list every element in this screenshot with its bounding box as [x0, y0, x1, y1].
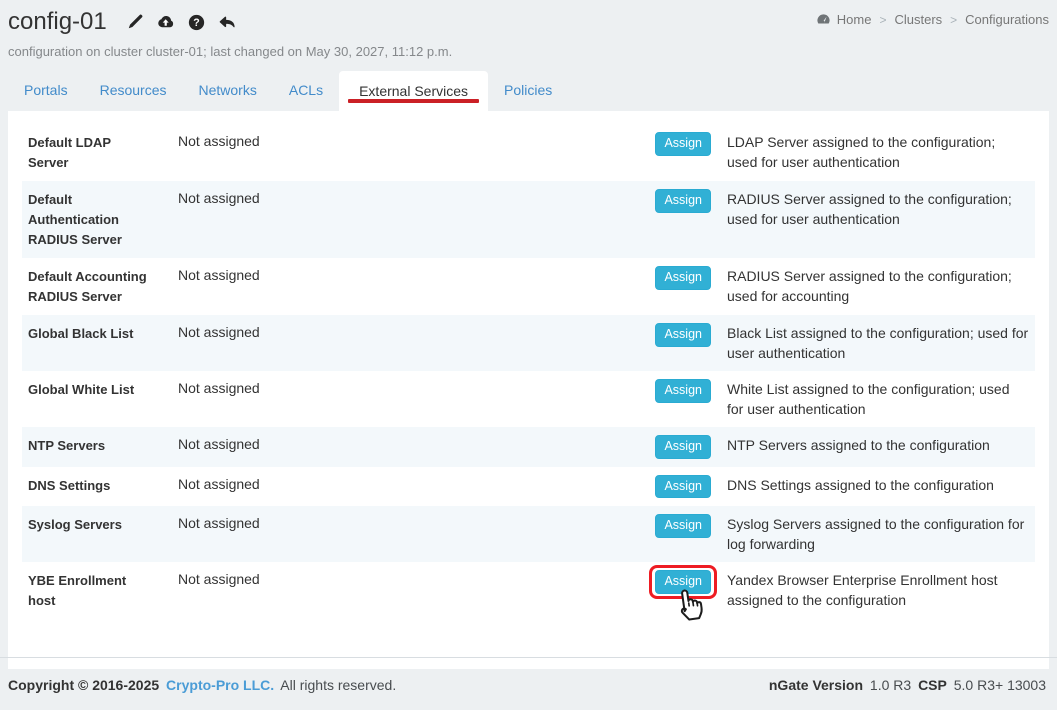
service-status: Not assigned: [178, 514, 664, 533]
copyright-text: Copyright © 2016-2025 Crypto-Pro LLC. Al…: [8, 677, 399, 710]
service-status: Not assigned: [178, 379, 664, 398]
service-description: NTP Servers assigned to the configuratio…: [727, 435, 1029, 455]
csp-label: CSP: [918, 677, 947, 693]
service-row-black-list: Global Black List Not assigned Assign Bl…: [22, 315, 1035, 371]
service-description: Black List assigned to the configuration…: [727, 323, 1029, 363]
service-row-ntp: NTP Servers Not assigned Assign NTP Serv…: [22, 427, 1035, 467]
tab-portals[interactable]: Portals: [8, 73, 84, 111]
assign-button-ybe[interactable]: Assign: [655, 570, 711, 594]
service-description: DNS Settings assigned to the configurati…: [727, 475, 1029, 495]
tab-external-services[interactable]: External Services: [339, 71, 488, 111]
tab-policies[interactable]: Policies: [488, 73, 568, 111]
service-row-white-list: Global White List Not assigned Assign Wh…: [22, 371, 1035, 427]
csp-version: 5.0 R3+ 13003: [954, 677, 1046, 693]
service-name: DNS Settings: [28, 475, 154, 496]
version-text: nGate Version 1.0 R3 CSP 5.0 R3+ 13003: [769, 677, 1049, 710]
assign-button[interactable]: Assign: [655, 379, 711, 403]
service-status: Not assigned: [178, 189, 664, 208]
product-name: nGate Version: [769, 677, 863, 693]
page-title: config-01: [8, 8, 107, 36]
tab-bar: Portals Resources Networks ACLs External…: [0, 71, 1057, 111]
service-status: Not assigned: [178, 323, 664, 342]
service-description: RADIUS Server assigned to the configurat…: [727, 189, 1029, 229]
assign-button[interactable]: Assign: [655, 475, 711, 499]
tab-acls[interactable]: ACLs: [273, 73, 339, 111]
external-services-panel: Default LDAP Server Not assigned Assign …: [8, 111, 1049, 669]
tab-resources[interactable]: Resources: [84, 73, 183, 111]
breadcrumb-clusters[interactable]: Clusters: [894, 12, 942, 27]
assign-button[interactable]: Assign: [655, 132, 711, 156]
dashboard-icon: [816, 13, 831, 26]
service-description: Yandex Browser Enterprise Enrollment hos…: [727, 570, 1029, 610]
undo-icon[interactable]: [218, 15, 236, 30]
service-description: LDAP Server assigned to the configuratio…: [727, 132, 1029, 172]
breadcrumb: Home > Clusters > Configurations: [816, 12, 1049, 27]
product-version: 1.0 R3: [870, 677, 911, 693]
assign-button[interactable]: Assign: [655, 266, 711, 290]
service-status: Not assigned: [178, 570, 664, 589]
service-name: Default LDAP Server: [28, 132, 154, 173]
footer: Copyright © 2016-2025 Crypto-Pro LLC. Al…: [0, 657, 1057, 710]
assign-button[interactable]: Assign: [655, 323, 711, 347]
service-status: Not assigned: [178, 475, 664, 494]
company-link[interactable]: Crypto-Pro LLC.: [166, 677, 274, 693]
service-name: YBE Enrollment host: [28, 570, 154, 611]
breadcrumb-configurations[interactable]: Configurations: [965, 12, 1049, 27]
tab-networks[interactable]: Networks: [183, 73, 273, 111]
service-name: Syslog Servers: [28, 514, 154, 535]
service-row-syslog: Syslog Servers Not assigned Assign Syslo…: [22, 506, 1035, 562]
service-description: RADIUS Server assigned to the configurat…: [727, 266, 1029, 306]
service-name: NTP Servers: [28, 435, 154, 456]
service-name: Global White List: [28, 379, 154, 400]
page-header: config-01 ? Home > Clusters > Configurat…: [0, 0, 1057, 59]
service-row-ldap: Default LDAP Server Not assigned Assign …: [22, 124, 1035, 181]
service-row-ybe-enrollment: YBE Enrollment host Not assigned Assign …: [22, 562, 1035, 639]
service-description: White List assigned to the configuration…: [727, 379, 1029, 419]
rights-text: All rights reserved.: [280, 677, 396, 693]
page-subtitle: configuration on cluster cluster-01; las…: [8, 44, 1049, 59]
service-description: Syslog Servers assigned to the configura…: [727, 514, 1029, 554]
cloud-upload-icon[interactable]: [156, 14, 175, 30]
breadcrumb-separator: >: [950, 13, 957, 27]
svg-text:?: ?: [193, 17, 199, 29]
service-row-auth-radius: Default Authentication RADIUS Server Not…: [22, 181, 1035, 258]
service-row-dns: DNS Settings Not assigned Assign DNS Set…: [22, 467, 1035, 507]
help-icon[interactable]: ?: [188, 14, 205, 31]
service-status: Not assigned: [178, 132, 664, 151]
service-row-acct-radius: Default Accounting RADIUS Server Not ass…: [22, 258, 1035, 315]
service-name: Global Black List: [28, 323, 154, 344]
service-name: Default Accounting RADIUS Server: [28, 266, 154, 307]
service-status: Not assigned: [178, 435, 664, 454]
assign-button[interactable]: Assign: [655, 189, 711, 213]
assign-button[interactable]: Assign: [655, 435, 711, 459]
breadcrumb-separator: >: [879, 13, 886, 27]
service-name: Default Authentication RADIUS Server: [28, 189, 154, 250]
breadcrumb-home[interactable]: Home: [837, 12, 872, 27]
copyright-prefix: Copyright © 2016-2025: [8, 677, 159, 693]
assign-button[interactable]: Assign: [655, 514, 711, 538]
pencil-icon[interactable]: [126, 14, 143, 31]
service-status: Not assigned: [178, 266, 664, 285]
